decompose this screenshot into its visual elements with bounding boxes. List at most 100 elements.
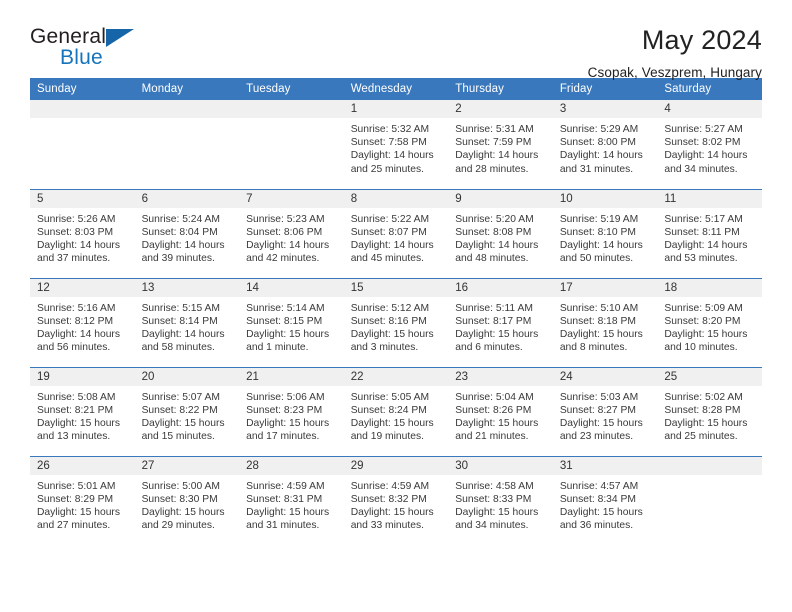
day-details: Sunrise: 5:14 AM Sunset: 8:15 PM Daylight:… bbox=[239, 297, 344, 355]
daylight-text: Daylight: 14 hours and 50 minutes. bbox=[559, 239, 643, 265]
day-cell[interactable]: 31 Sunrise: 4:57 AM Sunset: 8:34 PM Dayligh… bbox=[552, 455, 658, 545]
day-number: 25 bbox=[657, 367, 762, 386]
sunrise-text: Sunrise: 5:17 AM bbox=[664, 213, 743, 225]
day-cell[interactable]: 11 Sunrise: 5:17 AM Sunset: 8:11 PM Dayligh… bbox=[657, 188, 762, 278]
day-cell[interactable]: 18 Sunrise: 5:09 AM Sunset: 8:20 PM Dayligh… bbox=[657, 277, 762, 367]
day-number: 2 bbox=[448, 100, 553, 118]
day-number bbox=[30, 100, 135, 118]
day-details: Sunrise: 5:32 AM Sunset: 7:58 PM Daylight:… bbox=[344, 118, 449, 176]
day-cell[interactable]: 20 Sunrise: 5:07 AM Sunset: 8:22 PM Dayligh… bbox=[134, 366, 240, 456]
sunrise-text: Sunrise: 5:04 AM bbox=[455, 391, 534, 403]
page-title: May 2024 bbox=[641, 25, 762, 55]
day-cell[interactable]: 3 Sunrise: 5:29 AM Sunset: 8:00 PM Daylight… bbox=[552, 100, 658, 189]
day-number: 13 bbox=[134, 278, 240, 297]
day-cell[interactable]: 23 Sunrise: 5:04 AM Sunset: 8:26 PM Dayligh… bbox=[448, 366, 553, 456]
sunrise-text: Sunrise: 5:05 AM bbox=[350, 391, 430, 403]
sunset-text: Sunset: 8:24 PM bbox=[350, 404, 427, 416]
day-number: 23 bbox=[448, 367, 553, 386]
day-cell[interactable]: 1 Sunrise: 5:32 AM Sunset: 7:58 PM Daylight… bbox=[343, 100, 449, 189]
day-cell[interactable]: 27 Sunrise: 5:00 AM Sunset: 8:30 PM Dayligh… bbox=[134, 455, 240, 545]
sunrise-text: Sunrise: 5:19 AM bbox=[559, 213, 639, 225]
day-details: Sunrise: 4:57 AM Sunset: 8:34 PM Daylight:… bbox=[553, 475, 658, 533]
day-number: 24 bbox=[552, 367, 658, 386]
sunset-text: Sunset: 8:29 PM bbox=[37, 493, 114, 505]
daylight-text: Daylight: 15 hours and 23 minutes. bbox=[559, 417, 643, 443]
sunset-text: Sunset: 8:16 PM bbox=[350, 315, 427, 327]
day-cell[interactable]: 25 Sunrise: 5:02 AM Sunset: 8:28 PM Dayligh… bbox=[657, 366, 762, 456]
day-number bbox=[239, 100, 344, 118]
day-number: 16 bbox=[448, 278, 553, 297]
day-cell[interactable]: 8 Sunrise: 5:22 AM Sunset: 8:07 PM Daylight… bbox=[343, 188, 449, 278]
sunrise-text: Sunrise: 5:29 AM bbox=[559, 124, 639, 135]
sunrise-text: Sunrise: 5:01 AM bbox=[37, 480, 116, 492]
general-blue-logo[interactable]: General Blue bbox=[30, 26, 150, 72]
day-cell[interactable]: 10 Sunrise: 5:19 AM Sunset: 8:10 PM Dayligh… bbox=[552, 188, 658, 278]
day-number: 12 bbox=[30, 278, 135, 297]
day-number: 5 bbox=[30, 189, 135, 208]
daylight-text: Daylight: 15 hours and 1 minute. bbox=[246, 328, 330, 354]
sunset-text: Sunset: 8:26 PM bbox=[455, 404, 532, 416]
day-cell[interactable]: 29 Sunrise: 4:59 AM Sunset: 8:32 PM Dayligh… bbox=[343, 455, 449, 545]
day-number: 7 bbox=[239, 189, 344, 208]
day-cell[interactable]: 15 Sunrise: 5:12 AM Sunset: 8:16 PM Dayligh… bbox=[343, 277, 449, 367]
daylight-text: Daylight: 14 hours and 37 minutes. bbox=[37, 239, 120, 265]
day-cell[interactable]: 21 Sunrise: 5:06 AM Sunset: 8:23 PM Dayligh… bbox=[239, 366, 344, 456]
sunrise-text: Sunrise: 5:22 AM bbox=[350, 213, 430, 225]
day-number: 20 bbox=[134, 367, 240, 386]
day-cell[interactable]: 19 Sunrise: 5:08 AM Sunset: 8:21 PM Dayligh… bbox=[30, 366, 135, 456]
sunrise-text: Sunrise: 5:26 AM bbox=[37, 213, 116, 225]
day-cell[interactable]: 2 Sunrise: 5:31 AM Sunset: 7:59 PM Daylight… bbox=[448, 100, 553, 189]
logo-text-general: General bbox=[30, 25, 107, 48]
day-details: Sunrise: 5:17 AM Sunset: 8:11 PM Daylight:… bbox=[657, 208, 762, 266]
sunset-text: Sunset: 8:14 PM bbox=[141, 315, 218, 327]
day-cell[interactable]: 6 Sunrise: 5:24 AM Sunset: 8:04 PM Daylight… bbox=[134, 188, 240, 278]
daylight-text: Daylight: 14 hours and 45 minutes. bbox=[350, 239, 434, 265]
daylight-text: Daylight: 14 hours and 56 minutes. bbox=[37, 328, 120, 354]
sunset-text: Sunset: 8:18 PM bbox=[559, 315, 636, 327]
weekday-header-monday: Monday bbox=[134, 78, 240, 100]
sunrise-text: Sunrise: 5:03 AM bbox=[559, 391, 639, 403]
day-cell[interactable]: 13 Sunrise: 5:15 AM Sunset: 8:14 PM Dayligh… bbox=[134, 277, 240, 367]
daylight-text: Daylight: 15 hours and 27 minutes. bbox=[37, 506, 120, 532]
daylight-text: Daylight: 15 hours and 6 minutes. bbox=[455, 328, 539, 354]
day-details: Sunrise: 4:59 AM Sunset: 8:31 PM Daylight:… bbox=[239, 475, 344, 533]
day-cell[interactable]: 5 Sunrise: 5:26 AM Sunset: 8:03 PM Daylight… bbox=[30, 188, 135, 278]
sunrise-text: Sunrise: 5:15 AM bbox=[141, 302, 220, 314]
day-cell[interactable]: 14 Sunrise: 5:14 AM Sunset: 8:15 PM Dayligh… bbox=[239, 277, 344, 367]
day-cell[interactable]: 7 Sunrise: 5:23 AM Sunset: 8:06 PM Daylight… bbox=[239, 188, 344, 278]
daylight-text: Daylight: 15 hours and 3 minutes. bbox=[350, 328, 434, 354]
day-number: 14 bbox=[239, 278, 344, 297]
daylight-text: Daylight: 15 hours and 36 minutes. bbox=[559, 506, 643, 532]
day-cell[interactable]: 30 Sunrise: 4:58 AM Sunset: 8:33 PM Dayligh… bbox=[448, 455, 553, 545]
day-cell[interactable]: 28 Sunrise: 4:59 AM Sunset: 8:31 PM Dayligh… bbox=[239, 455, 344, 545]
day-details: Sunrise: 5:31 AM Sunset: 7:59 PM Daylight:… bbox=[448, 118, 553, 176]
sunset-text: Sunset: 8:22 PM bbox=[141, 404, 218, 416]
sunset-text: Sunset: 8:17 PM bbox=[455, 315, 532, 327]
sunset-text: Sunset: 8:07 PM bbox=[350, 226, 427, 238]
sunrise-text: Sunrise: 5:32 AM bbox=[350, 124, 430, 135]
day-cell[interactable]: 4 Sunrise: 5:27 AM Sunset: 8:02 PM Daylight… bbox=[657, 100, 762, 189]
day-cell[interactable]: 26 Sunrise: 5:01 AM Sunset: 8:29 PM Dayligh… bbox=[30, 455, 135, 545]
sunrise-text: Sunrise: 5:20 AM bbox=[455, 213, 534, 225]
sunset-text: Sunset: 8:03 PM bbox=[37, 226, 114, 238]
sunset-text: Sunset: 8:02 PM bbox=[664, 137, 741, 149]
day-cell[interactable]: 22 Sunrise: 5:05 AM Sunset: 8:24 PM Dayligh… bbox=[343, 366, 449, 456]
day-cell[interactable]: 12 Sunrise: 5:16 AM Sunset: 8:12 PM Dayligh… bbox=[30, 277, 135, 367]
day-details: Sunrise: 5:12 AM Sunset: 8:16 PM Daylight:… bbox=[344, 297, 449, 355]
day-number: 15 bbox=[343, 278, 449, 297]
sunset-text: Sunset: 8:04 PM bbox=[141, 226, 218, 238]
day-details: Sunrise: 5:08 AM Sunset: 8:21 PM Daylight:… bbox=[30, 386, 135, 444]
calendar-week-row: 1 Sunrise: 5:32 AM Sunset: 7:58 PM Daylight… bbox=[30, 100, 762, 189]
weekday-header-tuesday: Tuesday bbox=[239, 78, 344, 100]
day-cell-empty bbox=[30, 100, 135, 189]
day-details: Sunrise: 5:01 AM Sunset: 8:29 PM Daylight:… bbox=[30, 475, 135, 533]
sunrise-text: Sunrise: 4:59 AM bbox=[246, 480, 325, 492]
calendar-week-row: 26 Sunrise: 5:01 AM Sunset: 8:29 PM Dayligh… bbox=[30, 455, 762, 545]
day-number bbox=[657, 456, 762, 475]
daylight-text: Daylight: 14 hours and 31 minutes. bbox=[559, 150, 643, 175]
day-cell[interactable]: 16 Sunrise: 5:11 AM Sunset: 8:17 PM Dayligh… bbox=[448, 277, 553, 367]
daylight-text: Daylight: 15 hours and 31 minutes. bbox=[246, 506, 330, 532]
day-cell[interactable]: 24 Sunrise: 5:03 AM Sunset: 8:27 PM Dayligh… bbox=[552, 366, 658, 456]
day-cell[interactable]: 9 Sunrise: 5:20 AM Sunset: 8:08 PM Daylight… bbox=[448, 188, 553, 278]
day-cell[interactable]: 17 Sunrise: 5:10 AM Sunset: 8:18 PM Dayligh… bbox=[552, 277, 658, 367]
